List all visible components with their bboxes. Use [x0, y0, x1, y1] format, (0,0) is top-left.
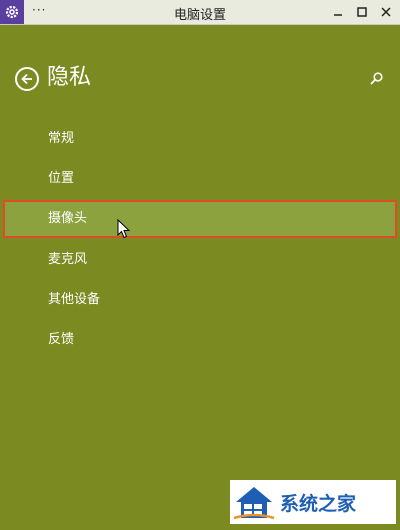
maximize-button[interactable] — [350, 0, 374, 24]
maximize-icon — [357, 7, 367, 17]
watermark: 系统之家 — [230, 480, 396, 524]
close-icon — [381, 7, 391, 17]
nav-item-other-devices[interactable]: 其他设备 — [3, 281, 397, 319]
title-bar: ··· 电脑设置 — [0, 0, 400, 25]
back-arrow-icon — [21, 73, 32, 85]
nav-item-location[interactable]: 位置 — [3, 160, 397, 198]
nav-item-general[interactable]: 常规 — [3, 120, 397, 158]
page-title: 隐私 — [47, 65, 92, 90]
close-button[interactable] — [374, 0, 398, 24]
mouse-cursor-icon — [117, 219, 131, 239]
house-logo-icon — [233, 487, 275, 520]
back-button[interactable] — [15, 67, 39, 91]
nav-item-camera[interactable]: 摄像头 — [3, 200, 397, 238]
nav-item-microphone[interactable]: 麦克风 — [3, 241, 397, 279]
nav-item-feedback[interactable]: 反馈 — [3, 321, 397, 359]
minimize-button[interactable] — [326, 0, 350, 24]
minimize-icon — [334, 14, 342, 16]
search-icon[interactable] — [368, 71, 384, 87]
watermark-text: 系统之家 — [280, 492, 357, 515]
